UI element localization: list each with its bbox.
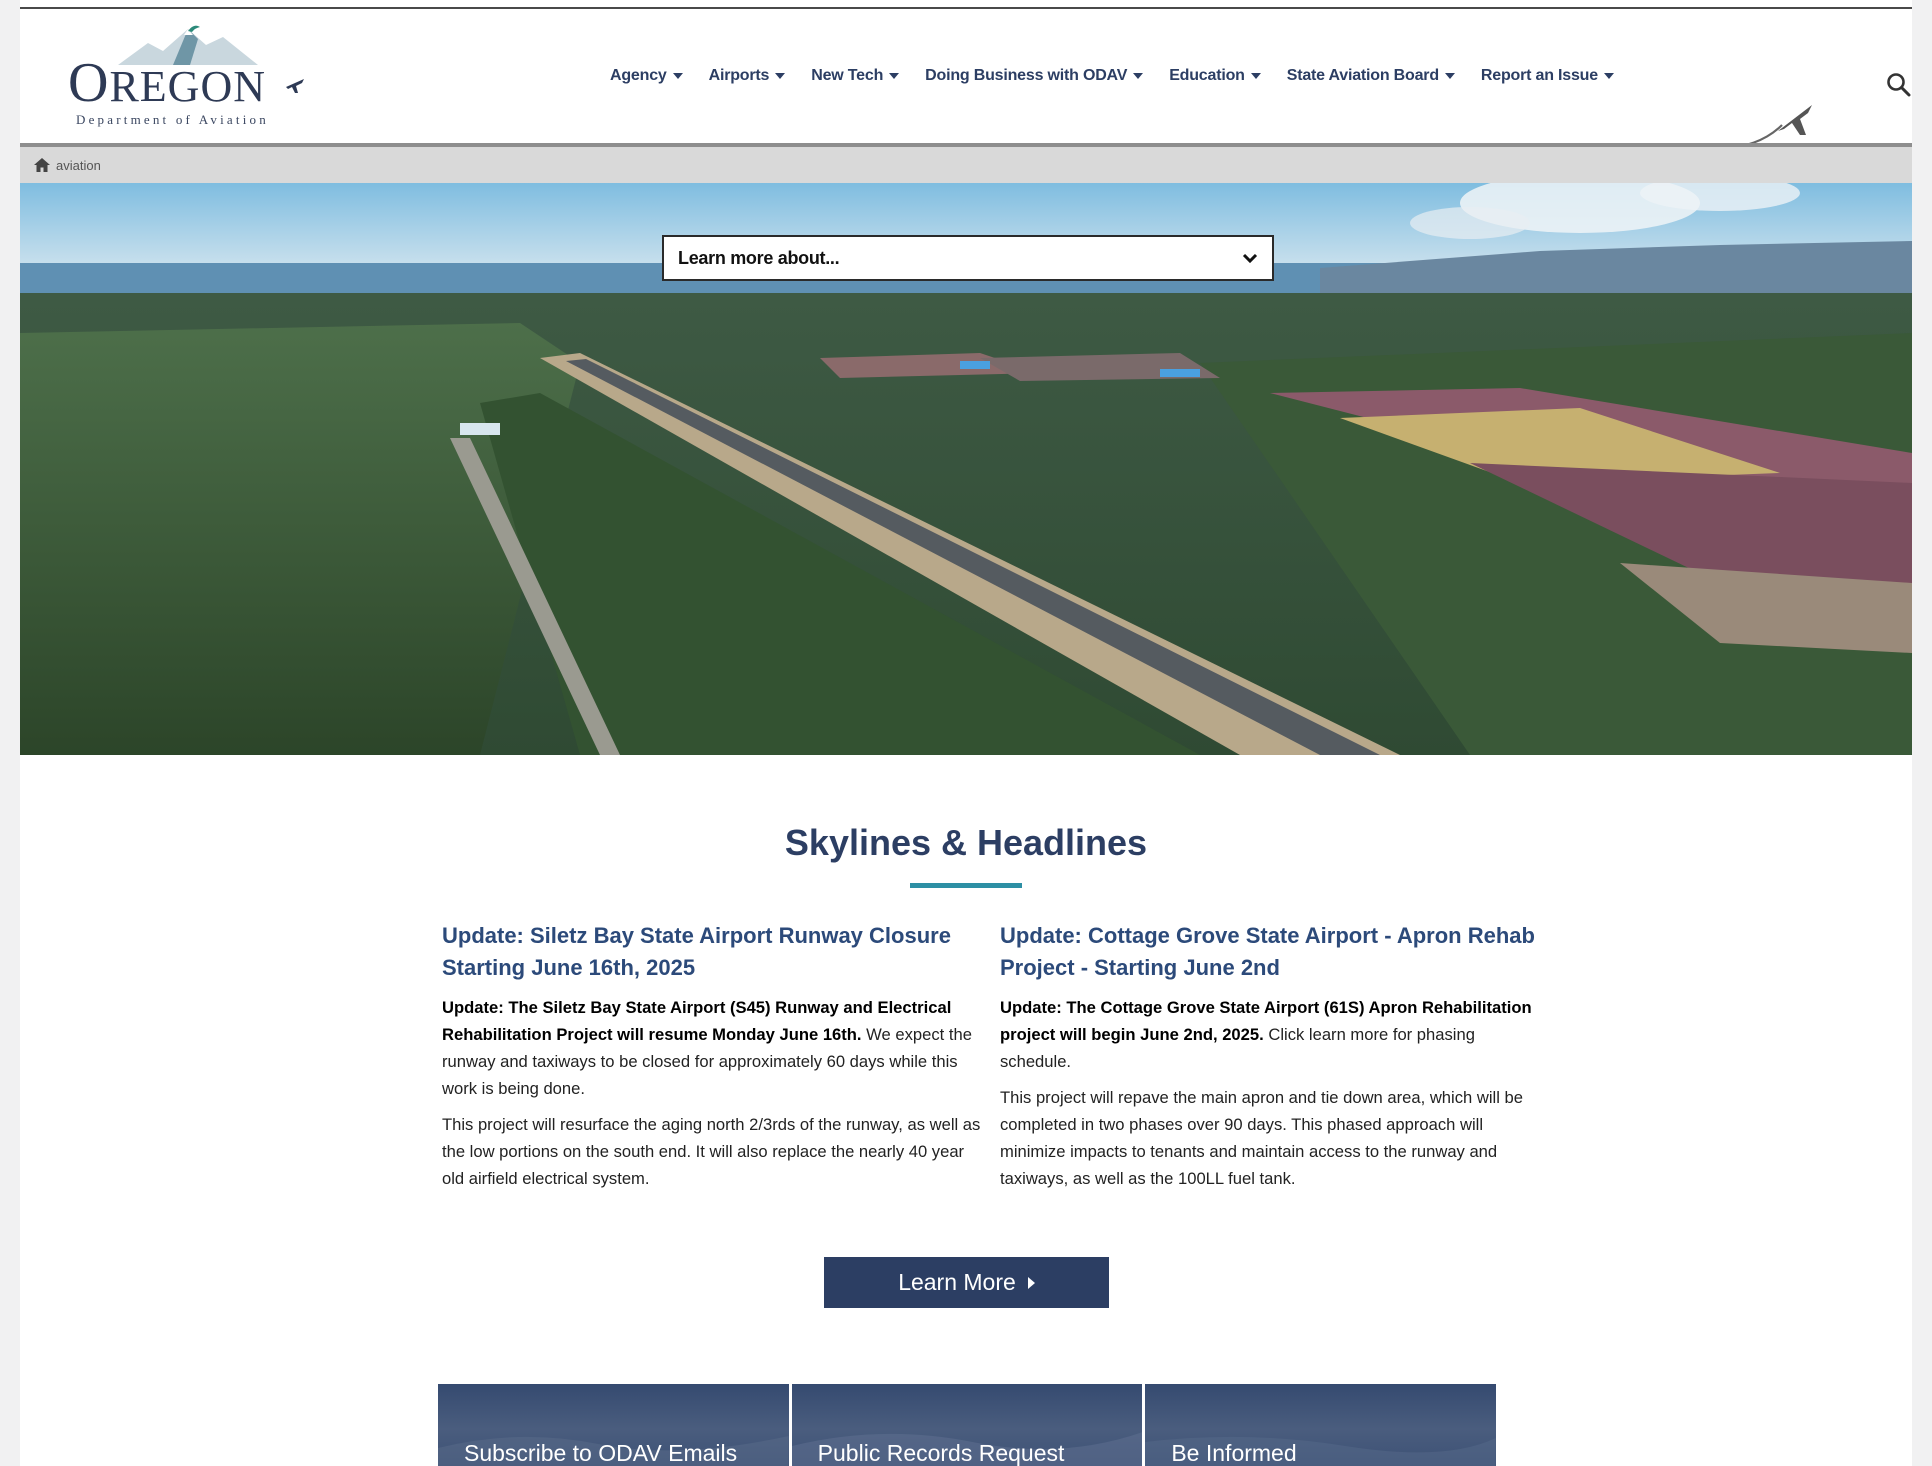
card-label: Be Informed	[1171, 1440, 1297, 1466]
article-title[interactable]: Update: Cottage Grove State Airport - Ap…	[1000, 920, 1540, 984]
page: OREGON Department of Aviation Agency Air…	[20, 0, 1912, 1466]
card-label: Subscribe to ODAV Emails	[464, 1440, 738, 1466]
learn-more-label: Learn More	[898, 1269, 1016, 1295]
article-body: This project will repave the main apron …	[1000, 1088, 1523, 1188]
title-underline	[910, 883, 1022, 888]
article-body: This project will resurface the aging no…	[442, 1115, 981, 1188]
nav-airports[interactable]: Airports	[709, 67, 786, 85]
nav-label: Agency	[610, 67, 667, 84]
breadcrumb-current[interactable]: aviation	[56, 158, 101, 173]
nav-label: State Aviation Board	[1286, 67, 1439, 84]
learn-more-button[interactable]: Learn More	[824, 1257, 1109, 1308]
caret-down-icon	[1133, 73, 1144, 79]
quick-link-cards: Subscribe to ODAV Emails Public Records …	[438, 1384, 1497, 1466]
caret-down-icon	[889, 73, 900, 79]
card-label: Public Records Request	[817, 1440, 1065, 1466]
card-subscribe-emails[interactable]: Subscribe to ODAV Emails	[438, 1384, 792, 1466]
nav-doing-business[interactable]: Doing Business with ODAV	[925, 67, 1144, 85]
hero-image: Learn more about...	[20, 183, 1912, 755]
nav-label: New Tech	[811, 67, 884, 84]
nav-label: Airports	[708, 67, 770, 84]
oregon-aviation-logo[interactable]: OREGON Department of Aviation	[68, 25, 308, 130]
caret-down-icon	[775, 73, 786, 79]
nav-label: Report an Issue	[1480, 67, 1598, 84]
nav-label: Doing Business with ODAV	[925, 67, 1128, 84]
nav-agency[interactable]: Agency	[610, 67, 683, 85]
caret-down-icon	[1444, 73, 1455, 79]
caret-down-icon	[1250, 73, 1261, 79]
nav-education[interactable]: Education	[1169, 67, 1261, 85]
card-be-informed[interactable]: Be Informed	[1145, 1384, 1497, 1466]
news-article: Update: Siletz Bay State Airport Runway …	[442, 920, 982, 1201]
nav-new-tech[interactable]: New Tech	[811, 67, 900, 85]
logo-wordmark: OREGON	[68, 52, 267, 114]
caret-down-icon	[1603, 73, 1614, 79]
home-icon[interactable]	[34, 158, 50, 172]
logo-subtitle: Department of Aviation	[76, 112, 269, 127]
nav-report-an-issue[interactable]: Report an Issue	[1481, 67, 1614, 85]
learn-more-select[interactable]: Learn more about...	[662, 235, 1274, 281]
main-nav: Agency Airports New Tech Doing Business …	[610, 67, 1640, 85]
article-title[interactable]: Update: Siletz Bay State Airport Runway …	[442, 920, 982, 984]
nav-label: Education	[1169, 67, 1245, 84]
select-value: Learn more about...	[678, 247, 840, 268]
article-lead: Update: The Cottage Grove State Airport …	[1000, 994, 1540, 1075]
plane-icon	[286, 79, 304, 93]
article-lead: Update: The Siletz Bay State Airport (S4…	[442, 994, 982, 1102]
section-title: Skylines & Headlines	[784, 822, 1148, 863]
chevron-down-icon	[1242, 253, 1258, 264]
breadcrumb: aviation	[20, 147, 1912, 183]
search-icon[interactable]	[1886, 72, 1912, 98]
caret-down-icon	[672, 73, 683, 79]
card-public-records-request[interactable]: Public Records Request	[791, 1384, 1146, 1466]
caret-right-icon	[1027, 1276, 1035, 1289]
news-article: Update: Cottage Grove State Airport - Ap…	[1000, 920, 1540, 1201]
nav-state-aviation-board[interactable]: State Aviation Board	[1287, 67, 1455, 85]
site-header: OREGON Department of Aviation Agency Air…	[20, 9, 1912, 151]
